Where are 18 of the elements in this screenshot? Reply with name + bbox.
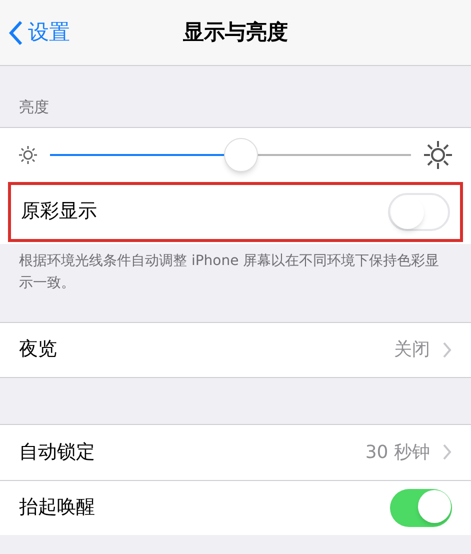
row-label: 原彩显示 bbox=[21, 199, 97, 224]
chevron-left-icon bbox=[8, 20, 24, 46]
back-button[interactable]: 设置 bbox=[0, 16, 70, 48]
section-header: 亮度 bbox=[18, 97, 50, 118]
sun-small-icon bbox=[18, 144, 38, 164]
row-label: 自动锁定 bbox=[19, 440, 96, 465]
toggle-switch[interactable] bbox=[388, 192, 450, 230]
footer-note: 根据环境光线条件自动调整 iPhone 屏幕以在不同环境下保持色彩显示一致。 bbox=[18, 252, 440, 292]
row-label: 抬起唤醒 bbox=[19, 495, 96, 520]
sun-large-icon bbox=[423, 140, 453, 170]
toggle-switch[interactable] bbox=[390, 488, 452, 526]
row-value: 30 秒钟 bbox=[365, 440, 430, 464]
chevron-icon bbox=[442, 443, 452, 461]
window-title: 显示与亮度 bbox=[182, 18, 289, 46]
brightness-slider[interactable] bbox=[50, 140, 411, 170]
night-shift-row[interactable]: 夜览 关闭 bbox=[0, 322, 471, 378]
chevron-icon bbox=[442, 340, 452, 358]
row-value: 关闭 bbox=[394, 338, 430, 362]
